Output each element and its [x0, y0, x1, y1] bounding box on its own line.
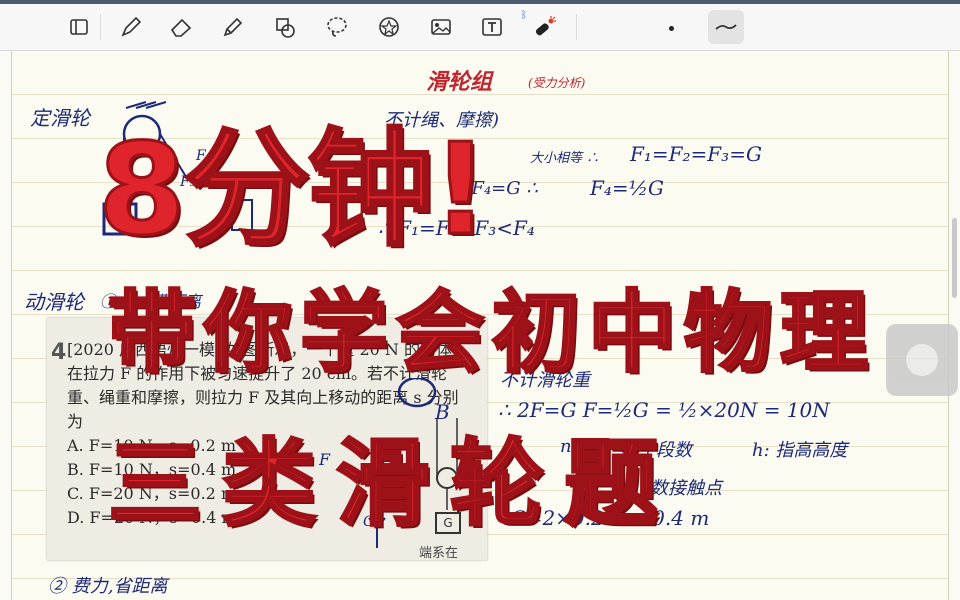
- pen-icon[interactable]: [116, 12, 146, 42]
- overlay-title-3: 三类滑轮题: [106, 429, 679, 541]
- moving-pulley-label: 动滑轮: [24, 290, 84, 314]
- sidebar-icon[interactable]: [64, 12, 94, 42]
- bluetooth-icon: ᛒ: [521, 10, 527, 21]
- notes-title-note: (受力分析): [528, 76, 586, 90]
- laser-pointer-icon[interactable]: [529, 12, 559, 42]
- eraser-icon[interactable]: [166, 12, 196, 42]
- overlay-title-1: 8分钟!: [96, 115, 490, 265]
- height-note: h: 指高高度: [752, 440, 848, 461]
- highlighter-icon[interactable]: [218, 12, 248, 42]
- equation-2: F₄=½G: [590, 176, 665, 200]
- scrollbar[interactable]: [952, 218, 957, 298]
- shapes-icon[interactable]: [270, 12, 300, 42]
- lasso-icon[interactable]: [322, 12, 352, 42]
- fixed-pulley-label: 定滑轮: [30, 106, 90, 130]
- toolbar-divider: [576, 14, 577, 40]
- sticker-icon[interactable]: [374, 12, 404, 42]
- page-edge-left: [11, 51, 12, 600]
- stroke-size-dot[interactable]: [669, 26, 674, 31]
- problem-number: 4: [51, 340, 67, 365]
- text-icon[interactable]: [477, 12, 507, 42]
- equation-1: F₁=F₂=F₃=G: [630, 142, 762, 166]
- image-icon[interactable]: [426, 12, 456, 42]
- toolbar-divider: [100, 14, 101, 40]
- stroke-style-button[interactable]: [708, 10, 744, 44]
- toolbar: ᛒ: [0, 4, 960, 51]
- bottom-note: ② 费力,省距离: [48, 576, 168, 597]
- floating-assistive-button[interactable]: [886, 324, 958, 396]
- overlay-title-2: 带你学会初中物理: [106, 280, 877, 386]
- equal-note: 大小相等 ∴: [530, 151, 600, 166]
- problem-footer: 端系在: [419, 546, 459, 561]
